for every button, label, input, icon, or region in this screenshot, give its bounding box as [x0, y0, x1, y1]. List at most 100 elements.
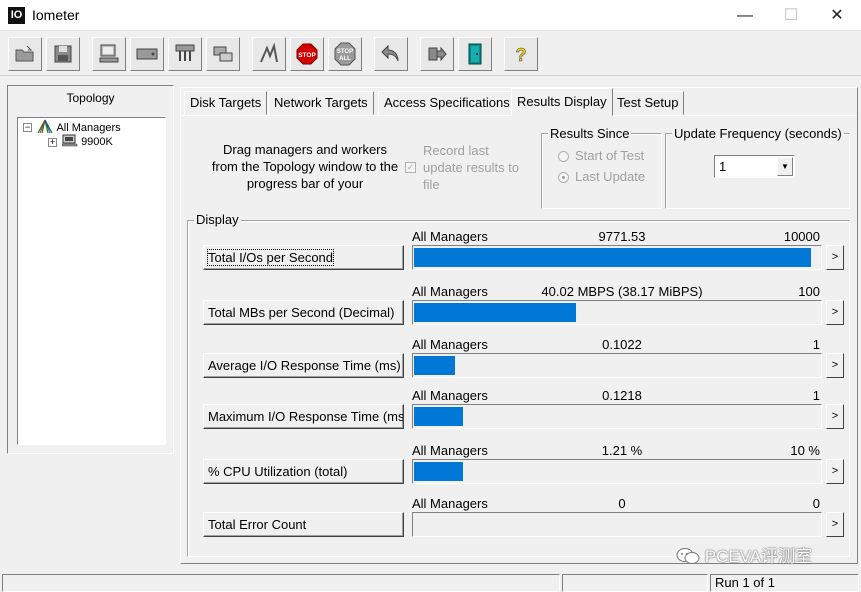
metric-max: 1: [812, 337, 820, 352]
metric-value: 1.21 %: [601, 443, 643, 458]
svg-text:ALL: ALL: [339, 56, 351, 62]
metric-detail-button[interactable]: >: [826, 245, 844, 270]
tree-item-manager[interactable]: 9900K: [61, 134, 113, 149]
svg-text:STOP: STOP: [298, 52, 316, 59]
reset-workers-button[interactable]: [374, 37, 408, 71]
metric-max: 1: [812, 388, 820, 403]
duplicate-worker-button[interactable]: [168, 37, 202, 71]
drag-instructions: Drag managers and workers from the Topol…: [211, 142, 399, 191]
run-status: Run 1 of 1: [710, 574, 859, 592]
stop-button[interactable]: STOP: [290, 37, 324, 71]
metric-header: All Managers 9771.53 10000: [412, 229, 822, 244]
metric-button[interactable]: % CPU Utilization (total): [203, 459, 404, 484]
progress-bar: [412, 512, 822, 537]
chevron-down-icon[interactable]: ▼: [777, 157, 793, 176]
metric-label: Maximum I/O Response Time (ms): [208, 409, 404, 424]
metric-header: All Managers 40.02 MBPS (38.17 MiBPS) 100: [412, 284, 822, 299]
display-title: Display: [194, 212, 241, 227]
metric-button[interactable]: Average I/O Response Time (ms): [203, 353, 404, 378]
about-button[interactable]: ?: [504, 37, 538, 71]
metric-detail-button[interactable]: >: [826, 404, 844, 429]
open-config-button[interactable]: [8, 37, 42, 71]
tab-network-targets[interactable]: Network Targets: [268, 91, 374, 115]
last-update-radio[interactable]: [558, 172, 569, 183]
update-frequency-title: Update Frequency (seconds): [672, 126, 844, 141]
collapse-toggle[interactable]: −: [23, 123, 32, 132]
metric-value: 9771.53: [598, 229, 646, 244]
disconnect-button[interactable]: [206, 37, 240, 71]
new-disk-worker-button[interactable]: [92, 37, 126, 71]
metric-max: 10000: [783, 229, 820, 244]
metric-button[interactable]: Total I/Os per Second: [203, 245, 404, 270]
start-tests-button[interactable]: [252, 37, 286, 71]
metric-label: Total Error Count: [208, 517, 307, 532]
quit-icon: [468, 43, 482, 65]
metric-scope: All Managers: [412, 284, 488, 299]
maximize-button[interactable]: ☐: [768, 0, 814, 31]
open-config-icon: [15, 45, 34, 62]
metric-value: 0.1022: [602, 337, 642, 352]
duplicate-worker-icon: [175, 44, 195, 61]
stop-all-icon: STOPALL: [334, 42, 356, 66]
save-config-icon: [54, 45, 72, 63]
watermark-text: PCEVA评测室: [704, 547, 813, 566]
metric-detail-button[interactable]: >: [826, 512, 844, 537]
svg-text:?: ?: [516, 45, 527, 65]
metric-header: All Managers 1.21 % 10 %: [412, 443, 822, 458]
all-managers-icon: [37, 119, 53, 134]
start-of-test-label: Start of Test: [575, 148, 645, 163]
status-bar: Run 1 of 1: [0, 572, 861, 592]
metric-scope: All Managers: [412, 496, 488, 511]
metric-max: 0: [812, 496, 820, 511]
metric-label: % CPU Utilization (total): [208, 464, 348, 479]
metric-scope: All Managers: [412, 443, 488, 458]
stop-all-button[interactable]: STOP ALL: [328, 37, 362, 71]
metric-detail-button[interactable]: >: [826, 300, 844, 325]
metric-button[interactable]: Total Error Count: [203, 512, 404, 537]
start-of-test-radio[interactable]: [558, 151, 569, 162]
disconnect-icon: [213, 46, 233, 62]
metric-detail-button[interactable]: >: [826, 459, 844, 484]
metric-max: 100: [798, 284, 820, 299]
last-update-label: Last Update: [575, 169, 646, 184]
exit-icon: [428, 46, 447, 62]
progress-bar-fill: [414, 248, 811, 267]
topology-panel: Topology − All Managers + 9900K: [7, 85, 174, 454]
title-bar: IO Iometer — ☐ ✕: [0, 0, 861, 31]
metric-value: 40.02 MBPS (38.17 MiBPS): [541, 284, 703, 299]
new-network-worker-button[interactable]: [130, 37, 164, 71]
topology-tree[interactable]: − All Managers + 9900K: [17, 117, 166, 445]
new-network-worker-icon: [136, 48, 158, 60]
record-results-checkbox[interactable]: ✓: [405, 162, 416, 173]
metric-detail-button[interactable]: >: [826, 353, 844, 378]
update-frequency-select[interactable]: 1 ▼: [714, 155, 795, 178]
results-since-title: Results Since: [548, 126, 632, 141]
window-title: Iometer: [32, 7, 80, 23]
quit-button[interactable]: [458, 37, 492, 71]
metric-header: All Managers 0.1022 1: [412, 337, 822, 352]
tab-test-setup[interactable]: Test Setup: [611, 91, 685, 115]
watermark: PCEVA评测室: [676, 542, 812, 567]
tab-access-specifications[interactable]: Access Specifications: [378, 91, 516, 115]
status-pane-main: [2, 574, 560, 592]
exit-button[interactable]: [420, 37, 454, 71]
progress-bar-fill: [414, 407, 463, 426]
metric-button[interactable]: Maximum I/O Response Time (ms): [203, 404, 404, 429]
progress-bar-fill: [414, 356, 455, 375]
progress-bar: [412, 300, 822, 325]
progress-bar-fill: [414, 462, 463, 481]
save-config-button[interactable]: [46, 37, 80, 71]
tree-label-manager: 9900K: [81, 136, 113, 148]
wechat-icon: [676, 548, 700, 564]
metric-scope: All Managers: [412, 388, 488, 403]
svg-text:STOP: STOP: [337, 49, 353, 55]
expand-toggle[interactable]: +: [48, 138, 57, 147]
metric-label: Total MBs per Second (Decimal): [208, 305, 395, 320]
minimize-button[interactable]: —: [722, 0, 768, 31]
tab-disk-targets[interactable]: Disk Targets: [184, 91, 268, 115]
metric-button[interactable]: Total MBs per Second (Decimal): [203, 300, 404, 325]
tab-results-display[interactable]: Results Display: [511, 88, 613, 116]
close-button[interactable]: ✕: [814, 0, 860, 31]
toolbar: STOP STOP ALL ?: [0, 32, 861, 76]
tree-item-all-managers[interactable]: All Managers: [36, 119, 121, 134]
